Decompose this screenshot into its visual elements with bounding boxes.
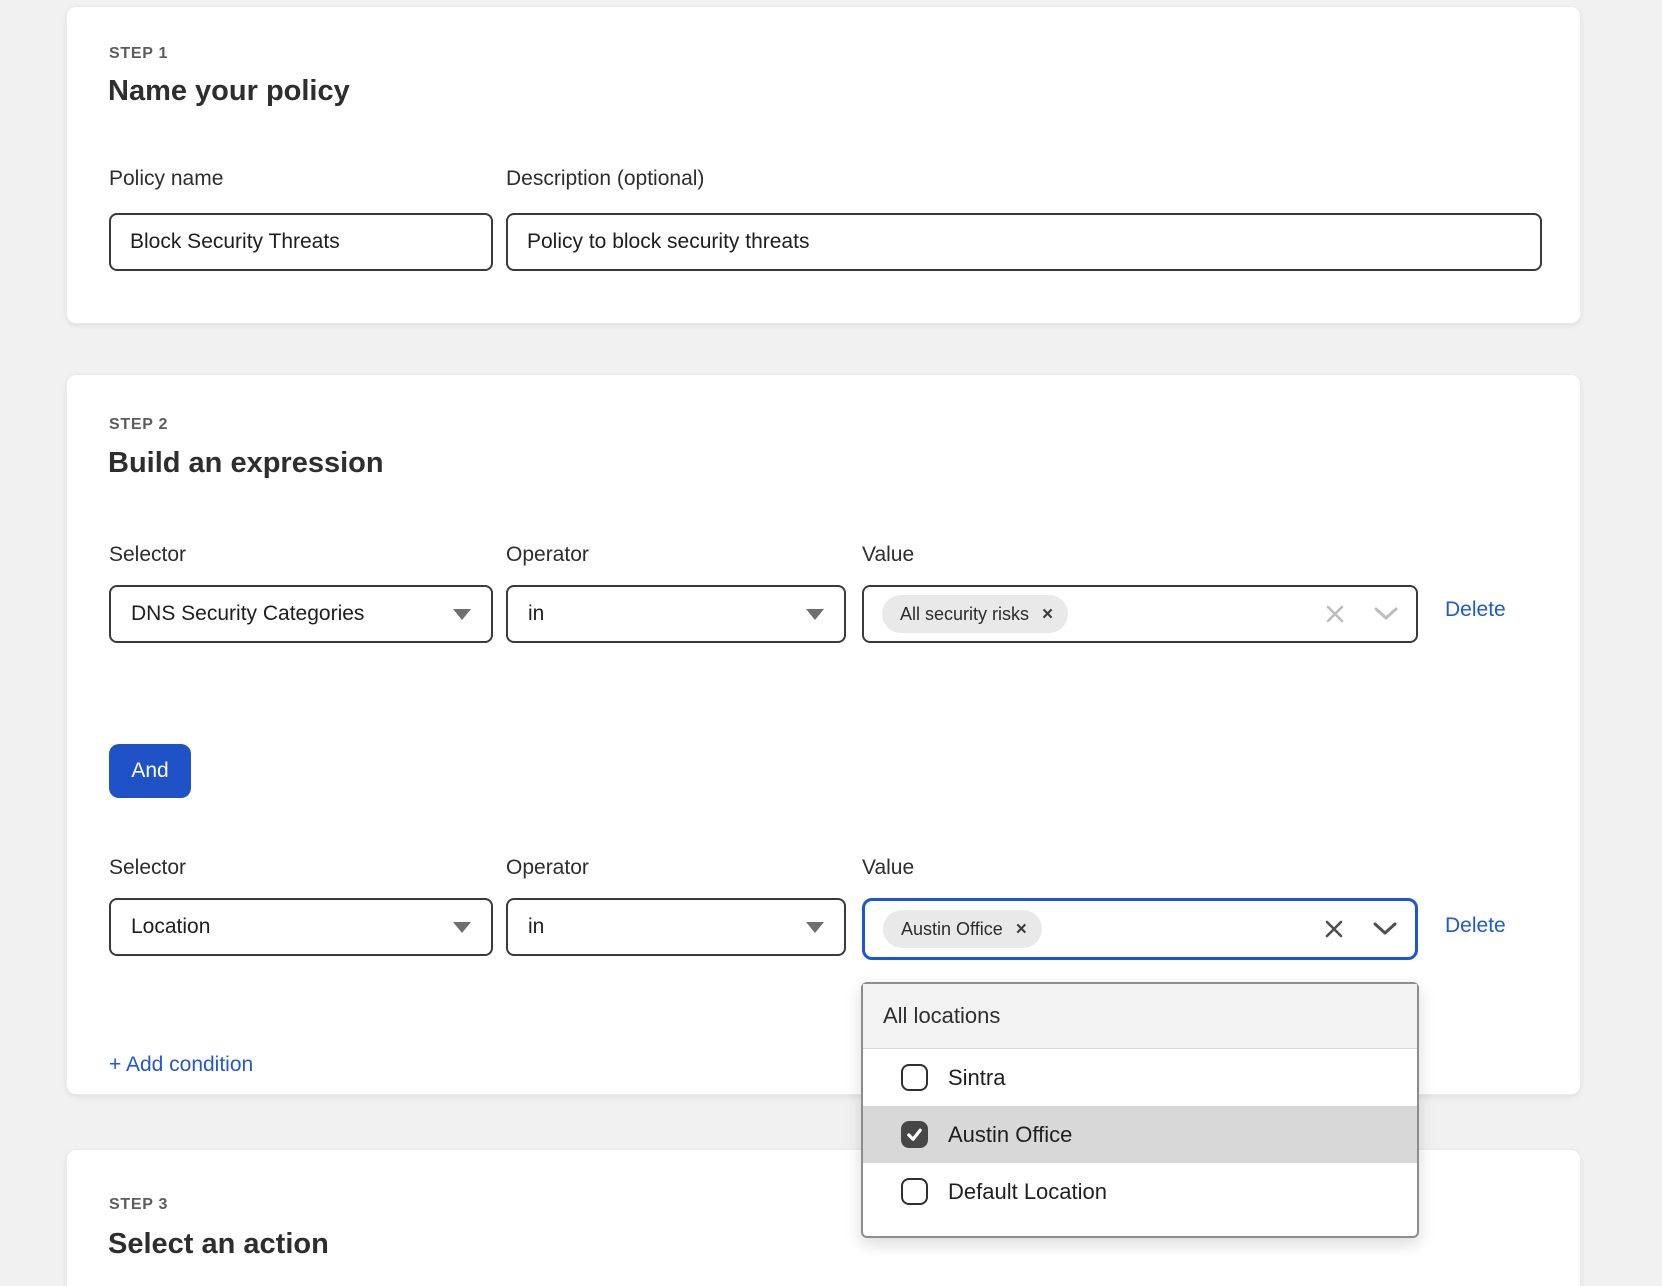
clear-value-icon[interactable] (1324, 603, 1346, 625)
tag-remove-icon[interactable]: × (1042, 605, 1053, 624)
selector-select-value: DNS Security Categories (131, 602, 364, 626)
value-tag: Austin Office × (883, 910, 1042, 948)
step1-label: STEP 1 (109, 45, 168, 63)
value-tag-label: Austin Office (901, 919, 1003, 940)
policy-name-label: Policy name (109, 167, 223, 191)
dropdown-option-label: Sintra (948, 1065, 1005, 1091)
selector-select[interactable]: DNS Security Categories (109, 585, 493, 643)
operator-select-value: in (528, 915, 544, 939)
delete-condition-link[interactable]: Delete (1445, 598, 1506, 622)
value-multiselect[interactable]: All security risks × (862, 585, 1418, 643)
select-caret-icon (806, 609, 824, 620)
tag-remove-icon[interactable]: × (1016, 920, 1027, 939)
dropdown-chevron-icon[interactable] (1374, 607, 1398, 621)
value-multiselect[interactable]: Austin Office × (862, 898, 1418, 960)
delete-condition-link[interactable]: Delete (1445, 914, 1506, 938)
step1-card: STEP 1 Name your policy Policy name Desc… (66, 6, 1581, 324)
select-caret-icon (806, 922, 824, 933)
selector-select[interactable]: Location (109, 898, 493, 956)
value-tag: All security risks × (882, 595, 1068, 633)
step3-label: STEP 3 (109, 1196, 168, 1214)
step2-label: STEP 2 (109, 416, 168, 434)
value-field-icons (1324, 603, 1398, 625)
dropdown-option-label: Default Location (948, 1179, 1107, 1205)
dropdown-group-header: All locations (863, 984, 1417, 1049)
selector-column-label: Selector (109, 856, 186, 880)
dropdown-option-label: Austin Office (948, 1122, 1072, 1148)
dropdown-chevron-icon[interactable] (1373, 922, 1397, 936)
description-input[interactable] (506, 213, 1542, 271)
value-field-icons (1323, 918, 1397, 940)
operator-select-value: in (528, 602, 544, 626)
checkbox-icon[interactable] (901, 1121, 928, 1148)
and-button[interactable]: And (109, 744, 191, 798)
step1-title: Name your policy (108, 75, 350, 108)
dropdown-option-sintra[interactable]: Sintra (863, 1049, 1417, 1106)
operator-select[interactable]: in (506, 585, 846, 643)
selector-select-value: Location (131, 915, 210, 939)
checkbox-icon[interactable] (901, 1178, 928, 1205)
dropdown-option-default-location[interactable]: Default Location (863, 1163, 1417, 1220)
clear-value-icon[interactable] (1323, 918, 1345, 940)
description-label: Description (optional) (506, 167, 704, 191)
add-condition-link[interactable]: + Add condition (109, 1053, 253, 1077)
selector-column-label: Selector (109, 543, 186, 567)
dropdown-option-austin-office[interactable]: Austin Office (863, 1106, 1417, 1163)
operator-column-label: Operator (506, 856, 589, 880)
location-dropdown-panel: All locations Sintra Austin Office (861, 982, 1419, 1238)
policy-builder-page: STEP 1 Name your policy Policy name Desc… (0, 0, 1662, 1286)
value-column-label: Value (862, 543, 914, 567)
select-caret-icon (453, 609, 471, 620)
expression-row-1: Selector Operator Value DNS Security Cat… (109, 543, 1538, 663)
select-caret-icon (453, 922, 471, 933)
operator-select[interactable]: in (506, 898, 846, 956)
value-column-label: Value (862, 856, 914, 880)
checkmark-icon (905, 1125, 924, 1144)
checkbox-icon[interactable] (901, 1064, 928, 1091)
policy-name-input[interactable] (109, 213, 493, 271)
step2-title: Build an expression (108, 447, 384, 480)
value-tag-label: All security risks (900, 604, 1029, 625)
expression-row-2: Selector Operator Value Location in Aust… (109, 856, 1538, 976)
step3-title: Select an action (108, 1228, 329, 1261)
operator-column-label: Operator (506, 543, 589, 567)
